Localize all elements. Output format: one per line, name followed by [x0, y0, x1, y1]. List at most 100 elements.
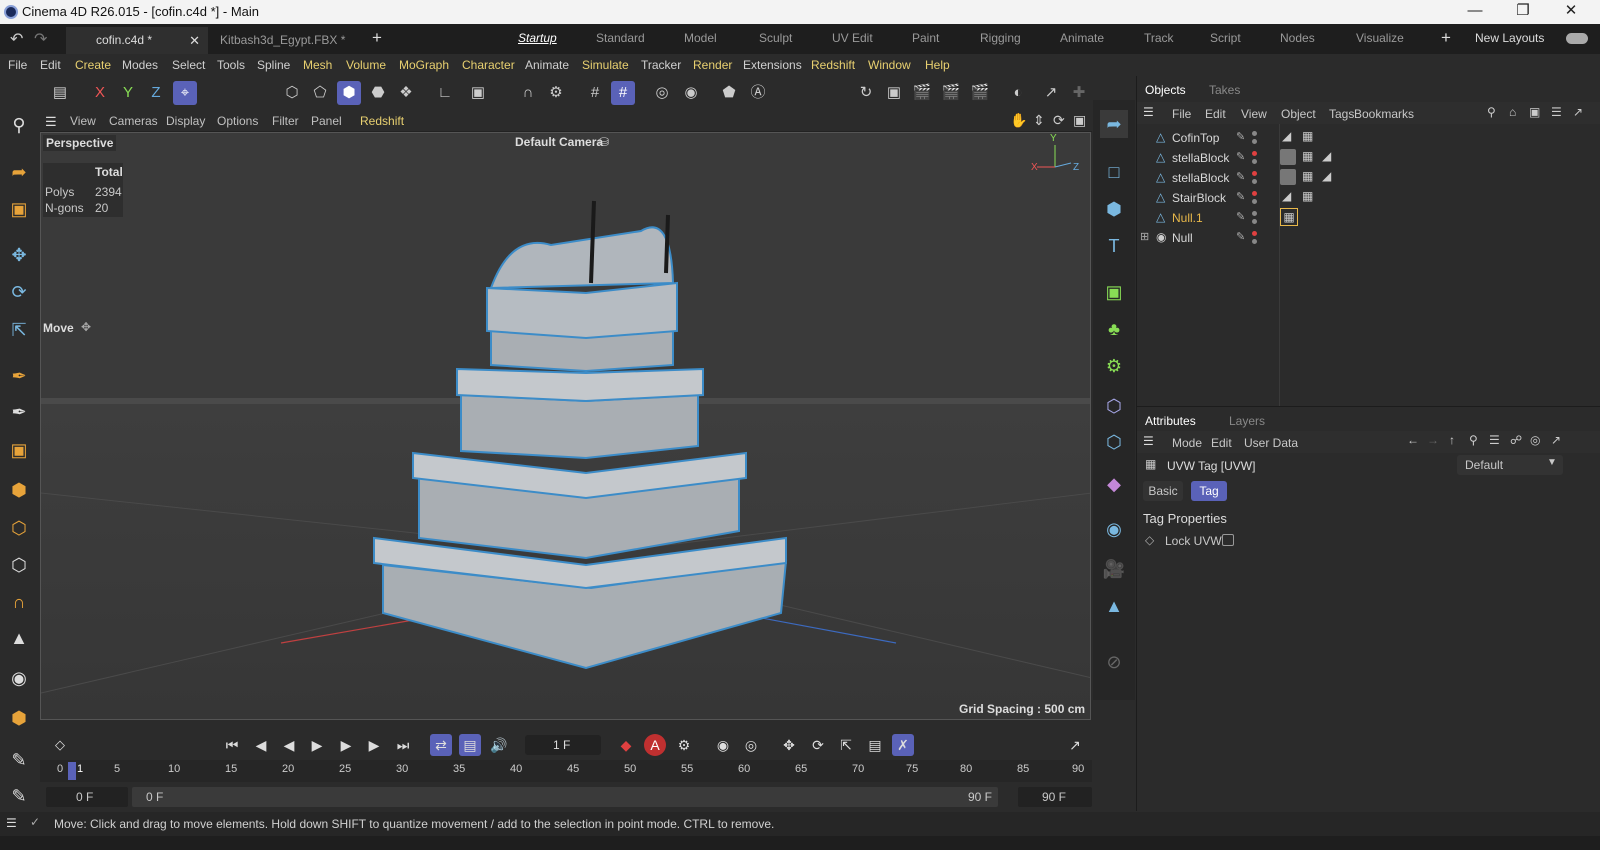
axis-x-button[interactable]: X [88, 81, 112, 105]
hamburger-icon[interactable]: ☰ [45, 114, 57, 130]
object-row[interactable]: △ CofinTop ✎ ◢ ▦ [1138, 128, 1598, 148]
layout-sculpt[interactable]: Sculpt [759, 31, 792, 45]
target-icon[interactable]: ◎ [1530, 433, 1540, 447]
object-row[interactable]: △ stellaBlock ✎ ▦ ◢ [1138, 148, 1598, 168]
menu-create[interactable]: Create [75, 58, 111, 72]
visibility-editor-dot[interactable] [1252, 211, 1257, 216]
menu-character[interactable]: Character [462, 58, 515, 72]
layout-visualize[interactable]: Visualize [1356, 31, 1404, 45]
auto-key-icon[interactable]: ▤ [459, 734, 481, 756]
object-row[interactable]: △ stellaBlock ✎ ▦ ◢ [1138, 168, 1598, 188]
grid-snap-icon[interactable]: # [583, 81, 607, 105]
key-rotation-icon[interactable]: ⟳ [807, 734, 829, 756]
polygons-mode-icon[interactable]: ⬢ [337, 81, 361, 105]
obj-menu-bookmarks[interactable]: Bookmarks [1354, 107, 1414, 121]
phong-tag-icon[interactable]: ◢ [1322, 169, 1331, 183]
pin-icon[interactable]: ✚ [1067, 81, 1091, 105]
end-frame-field[interactable]: 90 F [1018, 787, 1092, 807]
menu-mograph[interactable]: MoGraph [399, 58, 449, 72]
axis-y-button[interactable]: Y [116, 81, 140, 105]
visibility-editor-dot[interactable] [1252, 171, 1257, 176]
brush-icon[interactable]: ✒ [5, 362, 33, 390]
cube-outline-icon[interactable]: ⬡ [5, 514, 33, 542]
home-icon[interactable]: ⌂ [1509, 105, 1516, 119]
generator-icon[interactable]: ▣ [1100, 278, 1128, 306]
keyframe-icon[interactable]: ◇ [49, 734, 71, 756]
start-frame-field[interactable]: 0 F [46, 787, 128, 807]
snap-magnet-icon[interactable]: ∩ [516, 81, 540, 105]
menu-file[interactable]: File [8, 58, 27, 72]
vp-menu-view[interactable]: View [70, 114, 96, 128]
record-keys-icon[interactable]: ◆ [615, 734, 637, 756]
orbit-icon[interactable]: ⟳ [1053, 112, 1065, 129]
lock-icon[interactable]: ☍ [1510, 433, 1522, 447]
knife-icon[interactable]: ✒ [5, 398, 33, 426]
bridge-icon[interactable]: ∩ [5, 588, 33, 616]
object-name[interactable]: stellaBlock [1172, 171, 1229, 185]
search-objects-icon[interactable]: ⚲ [1487, 105, 1496, 119]
cloner-icon[interactable]: ♣ [1100, 315, 1128, 343]
rotate-icon[interactable]: ⟳ [5, 278, 33, 306]
spline-pen-icon[interactable]: ➦ [1100, 110, 1128, 138]
object-mode-icon[interactable]: ▤ [48, 81, 72, 105]
visibility-editor-dot[interactable] [1252, 131, 1257, 136]
expand-icon[interactable]: ↗ [1039, 81, 1063, 105]
back-icon[interactable]: ← [1407, 433, 1419, 447]
uvw-tag-selected-icon[interactable]: ▦ [1280, 208, 1298, 226]
search-icon[interactable]: ⚲ [5, 111, 33, 139]
uvw-tag-icon[interactable]: ▦ [1302, 129, 1313, 143]
expand-icon[interactable]: ⊞ [1140, 230, 1149, 243]
environment-icon[interactable]: ◉ [1100, 515, 1128, 543]
tab-attributes[interactable]: Attributes [1145, 414, 1196, 428]
phong-tag-icon[interactable]: ◢ [1282, 129, 1291, 143]
layout-script[interactable]: Script [1210, 31, 1241, 45]
attributes-hamburger-icon[interactable]: ☰ [1143, 434, 1154, 448]
object-name[interactable]: stellaBlock [1172, 151, 1229, 165]
light-object-icon[interactable]: ▲ [1100, 592, 1128, 620]
extrude-icon[interactable]: ▲ [5, 624, 33, 652]
layout-startup[interactable]: Startup [518, 31, 557, 45]
keyframe-diamond-icon[interactable]: ◇ [1145, 533, 1154, 547]
up-icon[interactable]: ↑ [1449, 433, 1455, 447]
lock-uvw-checkbox[interactable] [1222, 534, 1234, 546]
vp-menu-panel[interactable]: Panel [311, 114, 342, 128]
doc-tab-egypt[interactable]: Kitbash3d_Egypt.FBX * [190, 27, 360, 54]
menu-simulate[interactable]: Simulate [582, 58, 629, 72]
menu-extensions[interactable]: Extensions [743, 58, 802, 72]
attr-filter-icon[interactable]: ☰ [1489, 433, 1500, 447]
viewport[interactable]: Perspective Default Camera ⛁ Total Polys… [40, 132, 1091, 720]
vp-menu-display[interactable]: Display [166, 114, 205, 128]
visibility-render-dot[interactable] [1252, 219, 1257, 224]
visibility-render-dot[interactable] [1252, 139, 1257, 144]
layout-nodes[interactable]: Nodes [1280, 31, 1315, 45]
phong-tag-icon[interactable]: ◢ [1282, 189, 1291, 203]
frame-ruler[interactable]: 1 0 5 10 15 20 25 30 35 40 45 50 55 60 6… [40, 760, 1092, 782]
menu-render[interactable]: Render [693, 58, 732, 72]
layout-toggle[interactable] [1566, 33, 1588, 44]
menu-volume[interactable]: Volume [346, 58, 386, 72]
edit-icon[interactable]: ✎ [1236, 190, 1245, 203]
render-to-picture-viewer-icon[interactable]: 🎬 [939, 81, 963, 105]
uvw-tag-icon[interactable]: ▦ [1302, 189, 1313, 203]
camera-label[interactable]: Default Camera [515, 135, 603, 149]
forward-icon[interactable]: → [1427, 433, 1439, 447]
edit-icon[interactable]: ✎ [1236, 150, 1245, 163]
next-key-icon[interactable]: ▶ [363, 734, 385, 756]
edit-icon[interactable]: ✎ [1236, 170, 1245, 183]
edit-icon[interactable]: ✎ [1236, 130, 1245, 143]
axis-mode-icon[interactable]: ∟ [433, 81, 457, 105]
attr-menu-mode[interactable]: Mode [1172, 436, 1202, 450]
workplane-icon[interactable]: # [611, 81, 635, 105]
symmetry-icon[interactable]: ◉ [679, 81, 703, 105]
visibility-render-dot[interactable] [1252, 239, 1257, 244]
edges-mode-icon[interactable]: ⬠ [308, 81, 332, 105]
layout-track[interactable]: Track [1144, 31, 1174, 45]
snap-settings-icon[interactable]: ⚙ [544, 81, 568, 105]
layout-animate[interactable]: Animate [1060, 31, 1104, 45]
key-mode-icon[interactable]: ◉ [712, 734, 734, 756]
current-frame-field[interactable]: 1 F [525, 735, 601, 755]
tab-objects[interactable]: Objects [1145, 83, 1186, 97]
visibility-editor-dot[interactable] [1252, 151, 1257, 156]
timeline-expand-icon[interactable]: ↗ [1064, 734, 1086, 756]
objects-hamburger-icon[interactable]: ☰ [1143, 105, 1154, 119]
